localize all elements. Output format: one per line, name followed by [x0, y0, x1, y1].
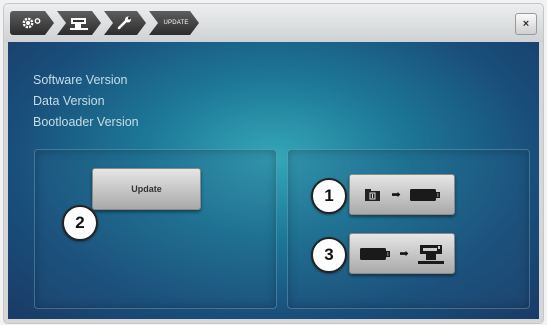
- version-info: Software Version Data Version Bootloader…: [33, 70, 139, 133]
- update-button[interactable]: Update: [92, 168, 201, 210]
- callout-1: 1: [311, 178, 347, 214]
- wrench-icon: [117, 16, 133, 30]
- breadcrumb-update-label: UPDATE: [163, 20, 189, 26]
- software-version-label: Software Version: [33, 73, 128, 87]
- breadcrumb-tools[interactable]: [104, 11, 146, 35]
- breadcrumb-machine-settings[interactable]: [57, 11, 101, 35]
- callout-3: 3: [311, 237, 347, 273]
- bootloader-version-label: Bootloader Version: [33, 115, 139, 129]
- update-button-label: Update: [131, 184, 162, 194]
- usb-stick-icon: [409, 188, 440, 201]
- update-screen: Software Version Data Version Bootloader…: [8, 42, 539, 319]
- breadcrumb-update[interactable]: UPDATE: [149, 11, 199, 35]
- breadcrumb-setup[interactable]: [10, 11, 54, 35]
- arrow-right-icon: ➡: [391, 189, 401, 201]
- close-button[interactable]: ×: [515, 13, 537, 35]
- close-icon: ×: [522, 18, 530, 30]
- gear-icon: [21, 16, 43, 30]
- transfer-panel: [287, 149, 530, 309]
- import-from-usb-button[interactable]: ➡: [349, 233, 455, 274]
- breadcrumb: UPDATE: [10, 11, 202, 35]
- machine-memory-icon: [364, 188, 382, 202]
- data-version-label: Data Version: [33, 94, 105, 108]
- title-bar: UPDATE ×: [4, 4, 543, 42]
- sewing-machine-icon: [69, 16, 89, 30]
- sewing-machine-icon: [417, 244, 444, 264]
- dialog-frame: UPDATE × Software Version Data Version B…: [4, 4, 543, 323]
- usb-stick-icon: [360, 247, 391, 260]
- callout-2: 2: [62, 205, 98, 241]
- arrow-right-icon: ➡: [399, 248, 409, 260]
- export-to-usb-button[interactable]: ➡: [349, 174, 455, 215]
